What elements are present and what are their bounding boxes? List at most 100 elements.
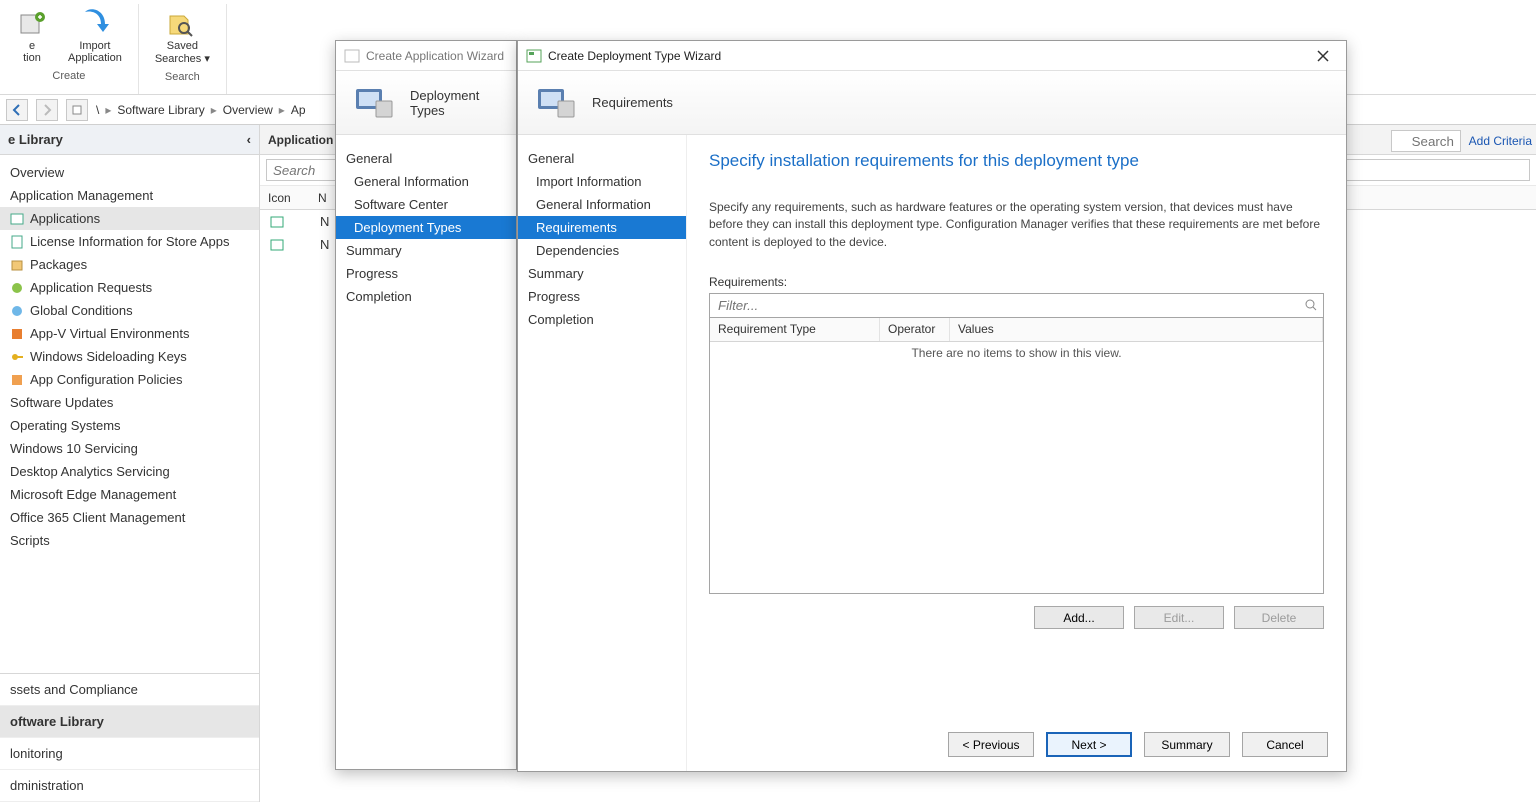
wizard1-nav: General General Information Software Cen… (336, 135, 516, 769)
col-icon[interactable]: Icon (260, 191, 310, 205)
tree-global-conditions[interactable]: Global Conditions (0, 299, 259, 322)
nav-forward-button[interactable] (36, 99, 58, 121)
wizard2-nav-progress[interactable]: Progress (518, 285, 686, 308)
tree-software-updates[interactable]: Software Updates (0, 391, 259, 414)
wizard2-banner: Requirements (518, 71, 1346, 135)
wizard2-nav-importinfo[interactable]: Import Information (518, 170, 686, 193)
wizard1-nav-deptypes[interactable]: Deployment Types (336, 216, 516, 239)
import-app-icon (79, 8, 111, 40)
tree-office365[interactable]: Office 365 Client Management (0, 506, 259, 529)
summary-button[interactable]: Summary (1144, 732, 1230, 757)
wizard2-nav-summary[interactable]: Summary (518, 262, 686, 285)
tree-edge-mgmt[interactable]: Microsoft Edge Management (0, 483, 259, 506)
appv-icon (10, 327, 24, 341)
wizard1-nav-summary[interactable]: Summary (336, 239, 516, 262)
wizard1-nav-completion[interactable]: Completion (336, 285, 516, 308)
wizard2-nav-geninfo[interactable]: General Information (518, 193, 686, 216)
app-row-icon (270, 215, 284, 229)
breadcrumb[interactable]: \▸ Software Library▸ Overview▸ Ap (96, 103, 306, 117)
delete-button: Delete (1234, 606, 1324, 629)
wizard1-banner-title: Deployment Types (410, 88, 500, 118)
workspace-switcher: ssets and Compliance oftware Library lon… (0, 673, 259, 802)
wizard2-content: Specify installation requirements for th… (686, 135, 1346, 771)
left-navigation: e Library ‹ Overview Application Managem… (0, 125, 260, 802)
request-icon (10, 281, 24, 295)
workspace-administration[interactable]: dministration (0, 770, 259, 802)
breadcrumb-item[interactable]: Software Library (117, 103, 204, 117)
tree-operating-systems[interactable]: Operating Systems (0, 414, 259, 437)
col-name[interactable]: N (310, 191, 335, 205)
nav-home-button[interactable] (66, 99, 88, 121)
wizard2-nav-dependencies[interactable]: Dependencies (518, 239, 686, 262)
close-icon (1317, 50, 1329, 62)
saved-searches-icon (166, 8, 198, 40)
wizard1-nav-general[interactable]: General (336, 147, 516, 170)
tree-app-requests[interactable]: Application Requests (0, 276, 259, 299)
breadcrumb-item[interactable]: Overview (223, 103, 273, 117)
breadcrumb-item[interactable]: Ap (291, 103, 306, 117)
tree-app-mgmt[interactable]: Application Management (0, 184, 259, 207)
globe-icon (10, 304, 24, 318)
breadcrumb-item[interactable]: \ (96, 103, 99, 117)
collapse-icon[interactable]: ‹ (247, 132, 251, 147)
close-button[interactable] (1308, 45, 1338, 67)
wizard1-nav-progress[interactable]: Progress (336, 262, 516, 285)
add-button[interactable]: Add... (1034, 606, 1124, 629)
tree-applications[interactable]: Applications (0, 207, 259, 230)
wizard1-nav-softcenter[interactable]: Software Center (336, 193, 516, 216)
next-button[interactable]: Next > (1046, 732, 1132, 757)
wizard2-banner-title: Requirements (592, 95, 673, 110)
wizard1-nav-geninfo[interactable]: General Information (336, 170, 516, 193)
wizard-icon (526, 48, 542, 64)
wizard2-nav: General Import Information General Infor… (518, 135, 686, 771)
ribbon-group-label: Create (52, 70, 85, 82)
create-application-button[interactable]: e tion (10, 6, 54, 66)
wizard2-heading: Specify installation requirements for th… (709, 151, 1324, 171)
config-icon (10, 373, 24, 387)
tree-scripts[interactable]: Scripts (0, 529, 259, 552)
applications-icon (10, 212, 24, 226)
nav-back-button[interactable] (6, 99, 28, 121)
col-req-type[interactable]: Requirement Type (710, 318, 880, 341)
filter-input[interactable] (709, 293, 1324, 318)
tree-sideloading[interactable]: Windows Sideloading Keys (0, 345, 259, 368)
requirements-grid: Requirement Type Operator Values There a… (709, 318, 1324, 594)
right-search-input[interactable] (1391, 130, 1461, 152)
ribbon-group-search: Saved Searches ▾ Search (139, 4, 227, 94)
tree-app-config[interactable]: App Configuration Policies (0, 368, 259, 391)
wizard2-nav-completion[interactable]: Completion (518, 308, 686, 331)
workspace-monitoring[interactable]: lonitoring (0, 738, 259, 770)
col-values[interactable]: Values (950, 318, 1323, 341)
tree-packages[interactable]: Packages (0, 253, 259, 276)
wizard2-nav-requirements[interactable]: Requirements (518, 216, 686, 239)
saved-searches-button[interactable]: Saved Searches ▾ (149, 6, 216, 67)
wizard1-titlebar: Create Application Wizard (336, 41, 516, 71)
right-utilities: Add Criteria (1391, 130, 1532, 152)
import-application-button[interactable]: Import Application (62, 6, 128, 66)
workspace-software-library[interactable]: oftware Library (0, 706, 259, 738)
create-deployment-type-wizard: Create Deployment Type Wizard Requiremen… (517, 40, 1347, 772)
license-icon (10, 235, 24, 249)
col-operator[interactable]: Operator (880, 318, 950, 341)
workspace-assets[interactable]: ssets and Compliance (0, 674, 259, 706)
create-app-icon (16, 8, 48, 40)
tree-overview[interactable]: Overview (0, 161, 259, 184)
app-row-icon (270, 238, 284, 252)
leftnav-title: e Library (8, 132, 63, 147)
ribbon-group-label: Search (165, 71, 200, 83)
package-icon (10, 258, 24, 272)
create-application-wizard: Create Application Wizard Deployment Typ… (335, 40, 517, 770)
add-criteria-link[interactable]: Add Criteria (1469, 134, 1532, 148)
wizard2-titlebar: Create Deployment Type Wizard (518, 41, 1346, 71)
wizard2-nav-general[interactable]: General (518, 147, 686, 170)
tree-desktop-analytics[interactable]: Desktop Analytics Servicing (0, 460, 259, 483)
ribbon-label: Import Application (68, 40, 122, 64)
wizard2-description: Specify any requirements, such as hardwa… (709, 199, 1324, 251)
tree-appv[interactable]: App-V Virtual Environments (0, 322, 259, 345)
cancel-button[interactable]: Cancel (1242, 732, 1328, 757)
tree-win10-servicing[interactable]: Windows 10 Servicing (0, 437, 259, 460)
tree-license-info[interactable]: License Information for Store Apps (0, 230, 259, 253)
requirements-label: Requirements: (709, 275, 1324, 289)
previous-button[interactable]: < Previous (948, 732, 1034, 757)
computer-icon (534, 83, 578, 123)
